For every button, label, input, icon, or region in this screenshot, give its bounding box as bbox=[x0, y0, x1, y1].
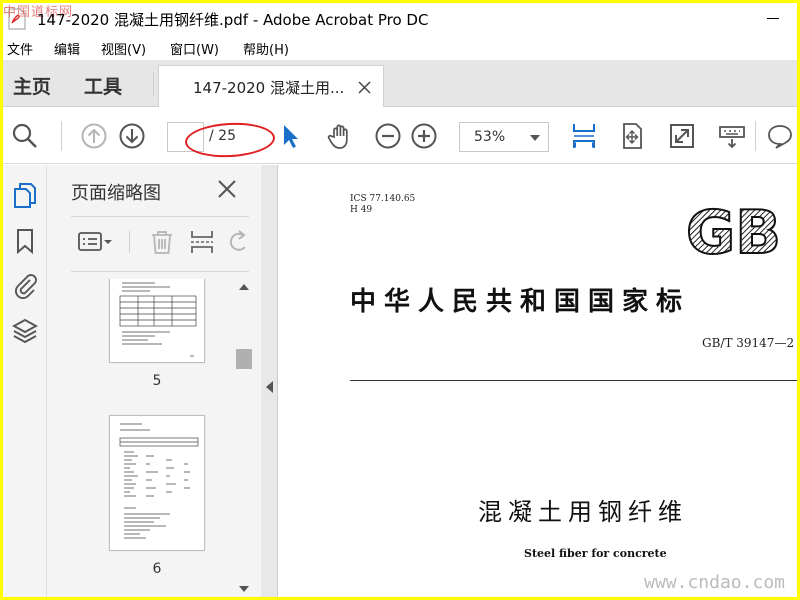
delete-pages-button[interactable] bbox=[149, 227, 175, 257]
document-tab-label: 147-2020 混凝土用... bbox=[193, 79, 345, 97]
select-tool-button[interactable] bbox=[275, 121, 305, 151]
minimize-button[interactable] bbox=[767, 18, 779, 19]
acrobat-window: 中国道标网 147-2020 混凝土用钢纤维.pdf - Adobe Acrob… bbox=[3, 3, 797, 597]
tab-home[interactable]: 主页 bbox=[13, 72, 51, 99]
insert-pages-icon bbox=[191, 231, 213, 253]
navigation-rail bbox=[3, 165, 47, 597]
arrow-up-circle-icon bbox=[81, 123, 107, 149]
comment-button[interactable] bbox=[765, 121, 795, 151]
menu-view[interactable]: 视图(V) bbox=[101, 39, 146, 58]
document-view[interactable]: ICS 77.140.65 H 49 GB 中华人民共和国国家标 GB/T 39… bbox=[277, 165, 797, 597]
menu-bar: 文件 编辑 视图(V) 窗口(W) 帮助(H) bbox=[3, 36, 797, 60]
zoom-in-icon bbox=[411, 123, 437, 149]
options-menu-icon bbox=[78, 232, 112, 251]
thumbnail-page-6[interactable] bbox=[109, 415, 205, 551]
pointer-cursor-icon bbox=[284, 125, 298, 148]
national-standard-heading: 中华人民共和国国家标 bbox=[350, 287, 691, 317]
title-bar: 中国道标网 147-2020 混凝土用钢纤维.pdf - Adobe Acrob… bbox=[3, 3, 797, 36]
thumbnails-panel: 页面缩略图 5 6 bbox=[47, 165, 261, 597]
document-title-cn: 混凝土用钢纤维 bbox=[478, 498, 688, 526]
window-title: 147-2020 混凝土用钢纤维.pdf - Adobe Acrobat Pro… bbox=[37, 11, 429, 29]
scroll-mode-icon bbox=[573, 124, 595, 148]
thumbnail-label: 6 bbox=[152, 561, 162, 577]
panel-divider bbox=[71, 271, 249, 272]
close-panel-icon[interactable] bbox=[217, 179, 237, 199]
panel-collapse-handle[interactable] bbox=[261, 165, 277, 597]
chevron-down-icon bbox=[530, 135, 540, 141]
fit-page-button[interactable] bbox=[617, 121, 647, 151]
document-tab[interactable]: 147-2020 混凝土用... bbox=[158, 65, 384, 108]
search-button[interactable] bbox=[10, 121, 40, 151]
next-page-button[interactable] bbox=[117, 121, 147, 151]
zoom-in-button[interactable] bbox=[409, 121, 439, 151]
panel-title: 页面缩略图 bbox=[71, 183, 161, 204]
standard-number: GB/T 39147—2 bbox=[702, 336, 795, 350]
tab-bar: 主页 工具 147-2020 混凝土用... bbox=[3, 60, 797, 108]
menu-window[interactable]: 窗口(W) bbox=[170, 39, 219, 58]
thumbnail-label: 5 bbox=[152, 373, 162, 389]
svg-text:GB: GB bbox=[686, 201, 781, 257]
ics-code: ICS 77.140.65 bbox=[350, 194, 416, 204]
site-watermark: www.cndao.com bbox=[644, 572, 785, 593]
panel-divider bbox=[71, 216, 249, 217]
search-icon bbox=[12, 123, 37, 148]
hand-tool-button[interactable] bbox=[325, 121, 355, 151]
document-title-en: Steel fiber for concrete bbox=[524, 547, 667, 560]
comment-icon bbox=[768, 125, 792, 149]
thumbnail-page-5[interactable] bbox=[109, 279, 205, 363]
thumbnails-scrollbar[interactable] bbox=[235, 279, 253, 597]
read-mode-button[interactable] bbox=[717, 121, 747, 151]
thumbnail-options-button[interactable] bbox=[77, 227, 115, 257]
tab-tools[interactable]: 工具 bbox=[84, 72, 122, 99]
menu-edit[interactable]: 编辑 bbox=[54, 39, 80, 58]
scroll-up-arrow[interactable] bbox=[239, 284, 249, 290]
gb-standard-logo: GB bbox=[684, 201, 797, 257]
toolbar-divider bbox=[61, 121, 62, 151]
previous-page-button[interactable] bbox=[79, 121, 109, 151]
fit-page-icon bbox=[623, 123, 642, 149]
insert-pages-button[interactable] bbox=[189, 227, 215, 257]
trash-icon bbox=[152, 231, 172, 254]
zoom-level-dropdown[interactable]: 53% bbox=[459, 122, 549, 152]
keyboard-down-icon bbox=[719, 126, 745, 149]
close-tab-icon[interactable] bbox=[358, 81, 371, 94]
full-screen-button[interactable] bbox=[667, 121, 697, 151]
full-screen-icon bbox=[670, 124, 694, 148]
page-5-preview bbox=[119, 282, 197, 357]
zoom-out-button[interactable] bbox=[373, 121, 403, 151]
layers-icon[interactable] bbox=[11, 317, 39, 345]
menu-file[interactable]: 文件 bbox=[7, 39, 33, 58]
rotate-icon bbox=[229, 230, 246, 251]
page-thumbnails-icon[interactable] bbox=[11, 181, 39, 209]
bookmark-icon[interactable] bbox=[11, 227, 39, 255]
page-6-preview bbox=[119, 423, 199, 539]
collapse-arrow-icon bbox=[266, 381, 273, 393]
scroll-down-arrow[interactable] bbox=[239, 586, 249, 592]
paperclip-icon[interactable] bbox=[11, 271, 39, 299]
hand-icon bbox=[327, 124, 348, 149]
h-code: H 49 bbox=[350, 205, 373, 215]
panel-toolbar-divider bbox=[129, 231, 130, 253]
zoom-level-value: 53% bbox=[474, 129, 506, 145]
tab-divider bbox=[153, 72, 154, 96]
header-rule bbox=[350, 380, 797, 381]
rotate-pages-button[interactable] bbox=[227, 227, 251, 257]
arrow-down-circle-icon bbox=[119, 123, 145, 149]
menu-help[interactable]: 帮助(H) bbox=[243, 39, 289, 58]
scrollbar-thumb[interactable] bbox=[236, 349, 252, 369]
thumbnail-list: 5 6 bbox=[71, 279, 235, 597]
toolbar-divider bbox=[755, 121, 756, 151]
zoom-out-icon bbox=[375, 123, 401, 149]
scrolling-mode-button[interactable] bbox=[569, 121, 599, 151]
toolbar: / 25 53% bbox=[3, 107, 797, 164]
